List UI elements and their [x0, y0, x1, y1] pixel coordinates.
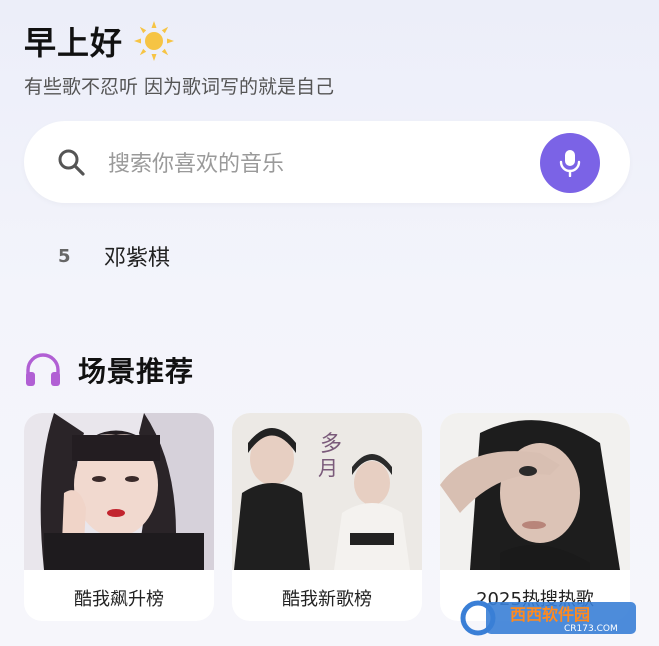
- hot-search-item[interactable]: 5 邓紫棋: [58, 240, 170, 272]
- headphones-icon: [26, 353, 60, 386]
- watermark-domain: CR173.COM: [564, 624, 618, 634]
- search-bar[interactable]: 搜索你喜欢的音乐: [24, 121, 630, 203]
- card-cover-image: [24, 413, 214, 570]
- search-input[interactable]: 搜索你喜欢的音乐: [108, 146, 284, 178]
- card-label: 酷我飙升榜: [74, 589, 164, 610]
- hot-search-name: 邓紫棋: [104, 246, 171, 271]
- svg-text:多: 多: [320, 432, 342, 457]
- scene-card[interactable]: 酷我飙升榜: [24, 413, 214, 621]
- mic-icon: [559, 150, 581, 177]
- watermark-brand: 西西软件园: [510, 605, 590, 624]
- search-icon: [58, 149, 85, 176]
- greeting-subtitle: 有些歌不忍听 因为歌词写的就是自己: [24, 76, 335, 98]
- svg-text:月: 月: [318, 456, 338, 480]
- scene-card[interactable]: 2025热搜热歌: [440, 413, 630, 621]
- voice-search-button[interactable]: [540, 133, 600, 193]
- scene-card[interactable]: 多 月 酷我新歌榜: [232, 413, 422, 621]
- card-cover-image: 多 月: [232, 413, 422, 570]
- greeting-title: 早上好: [24, 24, 124, 62]
- greeting-row: 早上好: [24, 18, 175, 64]
- scene-section-header: 场景推荐: [24, 350, 194, 390]
- sun-icon: [134, 21, 175, 61]
- card-cover-image: [440, 413, 630, 570]
- watermark-logo: 西西软件园 CR173.COM: [460, 600, 636, 636]
- section-title: 场景推荐: [78, 355, 195, 388]
- hot-search-rank: 5: [58, 245, 71, 267]
- card-label: 酷我新歌榜: [282, 589, 372, 610]
